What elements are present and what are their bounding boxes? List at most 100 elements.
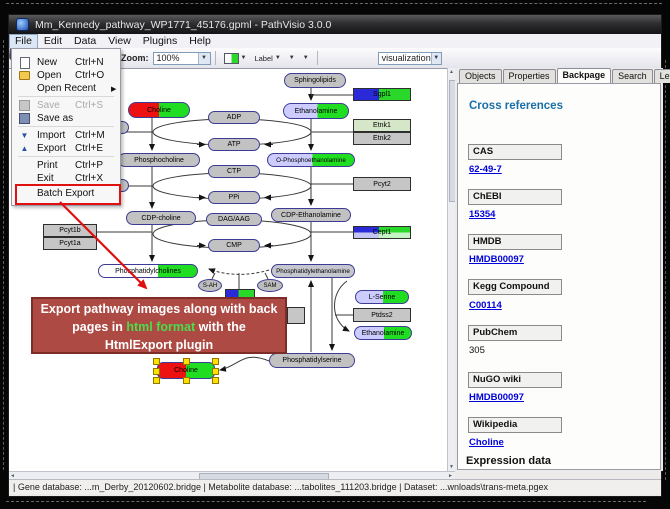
node-s-ah[interactable]: S-AH — [198, 279, 222, 292]
node-o-phosphoethanolamine[interactable]: O-Phosphoethanolamine — [267, 153, 355, 167]
tab-objects[interactable]: Objects — [459, 69, 502, 83]
selection-handle[interactable] — [212, 358, 219, 365]
stack-horizontal-button[interactable] — [346, 56, 354, 60]
menu-view[interactable]: View — [102, 35, 137, 48]
tab-properties[interactable]: Properties — [503, 69, 556, 83]
line-dropdown-icon[interactable]: ▼ — [289, 55, 295, 61]
selection-handle[interactable] — [153, 368, 160, 375]
visualization-dropdown-icon[interactable]: ▼ — [431, 53, 441, 64]
zoom-combobox[interactable]: 100% ▼ — [153, 52, 211, 65]
border-artifact-top — [6, 3, 662, 4]
selection-handle[interactable] — [183, 377, 190, 384]
node-ctp[interactable]: CTP — [208, 165, 260, 178]
node-label: Phosphocholine — [134, 157, 184, 164]
line-tool-button[interactable]: ▼ — [285, 53, 299, 63]
backpage-heading: Cross references — [469, 100, 563, 112]
node-cmp[interactable]: CMP — [208, 239, 260, 252]
menu-item-print[interactable]: PrintCtrl+P — [13, 159, 117, 172]
menu-item-new[interactable]: NewCtrl+N — [13, 56, 117, 69]
node-pcyt1b[interactable]: Pcyt1b — [43, 224, 97, 237]
node-phosphatidylcholines[interactable]: Phosphatidylcholines — [98, 264, 198, 278]
tab-search[interactable]: Search — [612, 69, 653, 83]
node-phosphocholine[interactable]: Phosphocholine — [118, 153, 200, 167]
scroll-up-icon[interactable]: ▲ — [449, 68, 454, 76]
node-ptdss2[interactable]: Ptdss2 — [353, 308, 411, 322]
backpage-section-cas: CAS — [468, 144, 562, 160]
node-sam[interactable]: SAM — [257, 279, 283, 292]
menu-data[interactable]: Data — [68, 35, 102, 48]
selection-handle[interactable] — [212, 368, 219, 375]
scroll-down-icon[interactable]: ▼ — [449, 463, 454, 471]
node-hidden-partial[interactable] — [287, 307, 305, 324]
selection-handle[interactable] — [153, 377, 160, 384]
align-horizontal-center-button[interactable] — [322, 56, 330, 60]
menu-file[interactable]: File — [9, 34, 38, 49]
node-label: CDP-Ethanolamine — [281, 212, 341, 219]
backpage-link-wikipedia[interactable]: Choline — [469, 437, 504, 448]
node-cdp-ethanolamine[interactable]: CDP-Ethanolamine — [271, 208, 351, 222]
node-ppi[interactable]: PPi — [208, 191, 260, 204]
selection-handle[interactable] — [212, 377, 219, 384]
node-l-serine[interactable]: L-Serine — [355, 290, 409, 304]
align-top-button[interactable] — [354, 56, 362, 60]
menu-plugins[interactable]: Plugins — [137, 35, 183, 48]
save-as-icon — [19, 113, 30, 124]
menu-item-import[interactable]: ▼ ImportCtrl+M — [13, 129, 117, 142]
node-pcyt1a[interactable]: Pcyt1a — [43, 237, 97, 250]
node-ethanolamine[interactable]: Ethanolamine — [283, 103, 349, 119]
menu-item-save-as[interactable]: Save as — [13, 112, 117, 125]
visualization-combobox[interactable]: visualization ▼ — [378, 52, 442, 65]
node-sgpl1[interactable]: Sgpl1 — [353, 88, 411, 101]
node-dag-aag[interactable]: DAG/AAG — [206, 213, 262, 226]
node-ethanolamine-bottom[interactable]: Ethanolamine — [354, 326, 412, 340]
menu-item-open[interactable]: OpenCtrl+O — [13, 69, 117, 82]
group-button[interactable] — [362, 56, 370, 60]
new-label-button[interactable]: Label ▼ — [250, 52, 284, 65]
window-title: Mm_Kennedy_pathway_WP1771_45176.gpml - P… — [35, 19, 331, 31]
node-label: Sphingolipids — [294, 77, 336, 84]
menu-edit[interactable]: Edit — [38, 35, 68, 48]
backpage-link-kegg[interactable]: C00114 — [469, 300, 502, 311]
tab-backpage[interactable]: Backpage — [557, 68, 612, 83]
status-text: | Gene database: ...m_Derby_20120602.bri… — [13, 482, 548, 492]
node-sphingolipids[interactable]: Sphingolipids — [284, 73, 346, 88]
node-phosphatidylserine[interactable]: Phosphatidylserine — [269, 353, 355, 368]
menu-item-save[interactable]: SaveCtrl+S — [13, 99, 117, 112]
menu-item-open-recent[interactable]: Open Recent ▶ — [13, 82, 117, 95]
menu-help[interactable]: Help — [183, 35, 217, 48]
backpage-link-nugo[interactable]: HMDB00097 — [469, 392, 524, 403]
node-choline[interactable]: Choline — [128, 102, 190, 118]
node-label: Pcyt2 — [373, 181, 391, 188]
selection-handle[interactable] — [153, 358, 160, 365]
selection-handle[interactable] — [183, 358, 190, 365]
backpage-link-chebi[interactable]: 15354 — [469, 209, 495, 220]
node-label: Pcyt1a — [59, 240, 80, 247]
new-datanode-button[interactable]: ▼ — [220, 51, 251, 66]
node-cdp-choline[interactable]: CDP-choline — [126, 211, 196, 225]
backpage-link-cas[interactable]: 62-49-7 — [469, 164, 502, 175]
label-dropdown-icon[interactable]: ▼ — [275, 55, 281, 61]
stack-vertical-button[interactable] — [338, 56, 346, 60]
node-etnk1[interactable]: Etnk1 — [353, 119, 411, 132]
node-phosphatidylethanolamine[interactable]: Phosphatidylethanolamine — [271, 264, 355, 278]
align-vertical-center-button[interactable] — [330, 56, 338, 60]
node-cept1[interactable]: Cept1 — [353, 226, 411, 239]
node-etnk2[interactable]: Etnk2 — [353, 132, 411, 145]
tab-legend[interactable]: Legend — [654, 69, 670, 83]
callout-highlight: html format — [126, 320, 195, 334]
node-label: CDP-choline — [141, 215, 180, 222]
backpage-panel[interactable]: Cross references CAS 62-49-7 ChEBI 15354… — [457, 83, 661, 470]
node-atp[interactable]: ATP — [208, 138, 260, 151]
node-label: Etnk1 — [373, 122, 391, 129]
node-label: O-Phosphoethanolamine — [276, 157, 346, 164]
node-adp[interactable]: ADP — [208, 111, 260, 124]
connector-tool-button[interactable]: ▼ — [299, 53, 313, 63]
backpage-link-hmdb[interactable]: HMDB00097 — [469, 254, 524, 265]
title-bar[interactable]: Mm_Kennedy_pathway_WP1771_45176.gpml - P… — [9, 15, 661, 34]
menu-item-export[interactable]: ▲ ExportCtrl+E — [13, 142, 117, 155]
connector-dropdown-icon[interactable]: ▼ — [303, 55, 309, 61]
node-pcyt2[interactable]: Pcyt2 — [353, 177, 411, 191]
zoom-value: 100% — [157, 53, 180, 63]
datanode-dropdown-icon[interactable]: ▼ — [241, 55, 247, 61]
zoom-dropdown-icon[interactable]: ▼ — [198, 53, 210, 64]
